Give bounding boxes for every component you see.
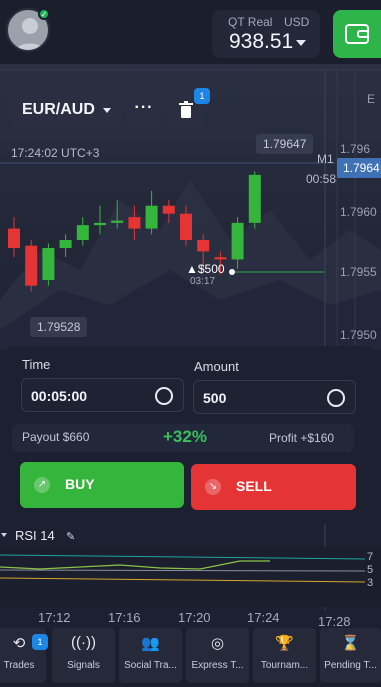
rsi-label: RSI 14 bbox=[15, 528, 55, 543]
users-icon: 👥 bbox=[141, 635, 160, 652]
app-screen: ✓ QT Real USD 938.51 EUR/AUD ··· 1 17:24… bbox=[0, 0, 381, 687]
nav-label: Social Tra... bbox=[124, 660, 177, 671]
time-axis-label: 17:12 bbox=[38, 610, 71, 625]
candle-countdown: 00:58 bbox=[306, 172, 337, 186]
candle-body bbox=[111, 220, 124, 223]
nav-label: Pending T... bbox=[324, 660, 377, 671]
more-button[interactable]: ··· bbox=[126, 92, 162, 128]
hourglass-icon: ⌛ bbox=[341, 635, 360, 652]
candle-body bbox=[248, 174, 261, 223]
arrow-down-right-icon: ↘ bbox=[205, 479, 221, 495]
amount-input[interactable]: 500 bbox=[193, 380, 356, 414]
trades-count-badge: 1 bbox=[32, 634, 48, 650]
top-header: ✓ QT Real USD 938.51 bbox=[0, 0, 381, 64]
candle-body bbox=[59, 240, 72, 248]
rsi-indicator-header[interactable]: RSI 14 ✎ bbox=[0, 525, 381, 547]
balance-amount: 938.51 bbox=[229, 30, 294, 53]
timeframe-label[interactable]: M1 bbox=[317, 152, 334, 166]
time-axis-label: 17:24 bbox=[247, 610, 280, 625]
target-icon: ◎ bbox=[210, 635, 225, 652]
time-input[interactable]: 00:05:00 bbox=[21, 378, 184, 412]
candle-body bbox=[42, 248, 55, 280]
dollar-icon[interactable] bbox=[327, 389, 345, 407]
time-axis-label: 17:16 bbox=[108, 610, 141, 625]
signal-icon: ((·)) bbox=[71, 634, 96, 651]
time-label: Time bbox=[22, 357, 51, 372]
price-axis-label: 1.7955 bbox=[340, 265, 377, 279]
account-type: QT Real bbox=[228, 15, 273, 29]
price-axis-label: 1.796 bbox=[340, 142, 371, 156]
time-axis-label: 17:28 bbox=[318, 614, 351, 629]
rsi-level: 7 bbox=[367, 551, 374, 563]
profit-amount: Profit +$160 bbox=[269, 431, 335, 445]
time-value: 00:05:00 bbox=[31, 388, 88, 404]
candle-body bbox=[214, 257, 227, 260]
rsi-chart bbox=[0, 554, 366, 583]
nav-label: Trades bbox=[3, 660, 35, 671]
candle-body bbox=[231, 222, 244, 260]
nav-express-trades[interactable]: ◎ Express T... bbox=[186, 628, 249, 683]
nav-social-trading[interactable]: 👥 Social Tra... bbox=[119, 628, 182, 683]
buy-button[interactable]: ↗ BUY bbox=[20, 462, 184, 508]
buy-label: BUY bbox=[65, 476, 95, 492]
nav-label: Signals bbox=[67, 660, 100, 671]
bottom-nav: ⟲ Trades 1 ((·)) Signals 👥 Social Tra...… bbox=[0, 628, 381, 687]
chart-timestamp: 17:24:02 UTC+3 bbox=[11, 146, 100, 160]
wallet-icon bbox=[345, 24, 369, 44]
sell-label: SELL bbox=[236, 478, 272, 494]
candle-body bbox=[162, 205, 175, 214]
nav-label: Tournam... bbox=[260, 660, 309, 671]
nav-signals[interactable]: ((·)) Signals bbox=[52, 628, 115, 683]
payout-row: Payout $660 +32% Profit +$160 bbox=[12, 424, 354, 452]
trash-count-badge: 1 bbox=[194, 88, 210, 104]
price-axis-label: 1.7950 bbox=[340, 328, 377, 342]
chevron-down-icon[interactable] bbox=[1, 533, 7, 537]
chevron-down-icon bbox=[103, 108, 111, 113]
low-price-tag: 1.79528 bbox=[30, 317, 88, 337]
nav-pending-trades[interactable]: ⌛ Pending T... bbox=[320, 628, 381, 683]
candle-body bbox=[94, 222, 106, 226]
deal-marker-time: 03:17 bbox=[190, 276, 216, 287]
nav-tournaments[interactable]: 🏆 Tournam... bbox=[253, 628, 316, 683]
price-axis-label: 1.7960 bbox=[340, 205, 377, 219]
wallet-button[interactable] bbox=[333, 10, 381, 58]
time-axis-label: 17:20 bbox=[178, 610, 211, 625]
payout-amount: Payout $660 bbox=[22, 430, 90, 444]
candle-body bbox=[25, 245, 38, 286]
chevron-down-icon bbox=[296, 40, 306, 46]
deal-marker-dot[interactable] bbox=[229, 269, 235, 275]
candle-body bbox=[197, 240, 210, 252]
sell-button[interactable]: ↘ SELL bbox=[191, 464, 356, 510]
verified-badge: ✓ bbox=[38, 8, 50, 20]
balance-selector[interactable]: QT Real USD 938.51 bbox=[212, 10, 320, 58]
nav-label: Express T... bbox=[191, 660, 244, 671]
current-price-tag: 1.7964 bbox=[337, 158, 381, 178]
deal-marker-label[interactable]: ▲$500 bbox=[186, 262, 225, 276]
amount-value: 500 bbox=[203, 390, 227, 406]
top-right-label: E bbox=[367, 92, 376, 106]
candle-body bbox=[128, 217, 141, 229]
asset-pair: EUR/AUD bbox=[22, 101, 95, 118]
arrow-up-right-icon: ↗ bbox=[34, 477, 50, 493]
trophy-icon: 🏆 bbox=[275, 635, 294, 652]
payout-percent: +32% bbox=[163, 427, 207, 446]
amount-label: Amount bbox=[194, 359, 239, 374]
rsi-level: 5 bbox=[367, 564, 374, 576]
candle-body bbox=[180, 213, 192, 240]
candle-body bbox=[145, 205, 158, 229]
rsi-level: 3 bbox=[367, 577, 374, 589]
account-currency: USD bbox=[284, 15, 310, 29]
asset-selector[interactable]: EUR/AUD bbox=[10, 92, 121, 128]
edit-icon[interactable]: ✎ bbox=[66, 530, 75, 543]
candle-body bbox=[76, 225, 89, 240]
candle-body bbox=[8, 228, 20, 248]
clock-icon[interactable] bbox=[155, 387, 173, 405]
high-price-tag: 1.79647 bbox=[256, 134, 314, 154]
